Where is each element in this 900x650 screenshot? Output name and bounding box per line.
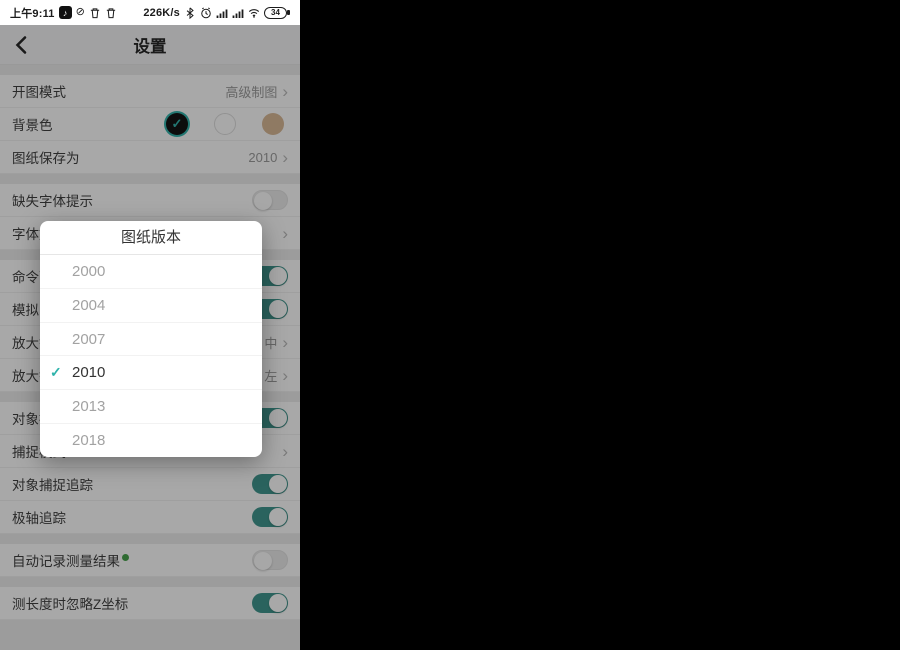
check-icon: ✓: [50, 364, 72, 381]
wifi-icon: [248, 7, 260, 19]
cell-signal-icon: [232, 7, 244, 19]
version-option-2018[interactable]: 2018: [40, 424, 262, 457]
battery-icon: 34: [264, 7, 287, 19]
version-option-2004[interactable]: 2004: [40, 289, 262, 323]
version-option-2000[interactable]: 2000: [40, 255, 262, 289]
drawing-version-dialog: 图纸版本 2000 2004 2007 ✓2010 2013 2018: [40, 221, 262, 457]
status-bar: 上午9:11 ♪ ⊘ 226K/s 34: [0, 0, 300, 25]
clock-time: 上午9:11: [10, 5, 55, 21]
network-speed: 226K/s: [143, 7, 180, 19]
do-not-disturb-icon: ⊘: [76, 7, 85, 18]
alarm-icon: [200, 7, 212, 19]
dialog-title: 图纸版本: [40, 221, 262, 255]
settings-screen: 上午9:11 ♪ ⊘ 226K/s 34 设置: [0, 0, 300, 650]
cell-signal-icon: [216, 7, 228, 19]
bluetooth-icon: [184, 7, 196, 19]
version-option-2010[interactable]: ✓2010: [40, 356, 262, 390]
version-option-2013[interactable]: 2013: [40, 390, 262, 424]
trash-icon: [89, 7, 101, 19]
screen: 上午9:11 ♪ ⊘ 2.5K/s 34: [0, 0, 900, 650]
version-option-2007[interactable]: 2007: [40, 323, 262, 357]
trash-icon: [105, 7, 117, 19]
music-note-icon: ♪: [59, 6, 72, 19]
